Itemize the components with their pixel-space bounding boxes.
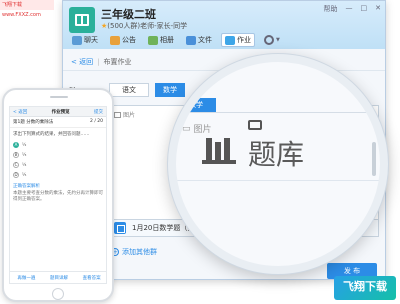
image-icon [114,111,121,118]
explanation-button[interactable]: 题目详解 [50,275,68,281]
settings-menu[interactable]: ▼ [261,34,283,46]
group-meta: ★(500人群)老师-家长-同学 [101,21,187,31]
option-c[interactable]: C¼ [10,160,106,170]
insert-image-button[interactable]: 图片 [114,110,135,119]
tab-file[interactable]: 文件 [183,34,215,46]
back-link[interactable]: < 返回 [71,57,93,67]
analysis-title: 正确答案解析 [13,184,40,189]
breadcrumb-separator: | [97,57,100,66]
phone-submit-button[interactable]: 提交 [94,109,103,115]
magnified-scrollbar [372,142,376,176]
analysis-text: 本题主要考查分数的乘法，先约分再计算即可得到正确答案。 [13,191,103,202]
subject-tab-chinese[interactable]: 语文 [109,83,149,97]
tab-homework[interactable]: 作业 [221,33,255,47]
option-c-letter: C [13,162,19,168]
tab-notice[interactable]: 公告 [107,34,139,46]
question-title: 第1题 分数的乘除法 [13,120,54,125]
tab-notice-label: 公告 [122,36,136,44]
view-answer-button[interactable]: 查看答案 [83,275,101,281]
file-icon [186,35,196,45]
close-button[interactable]: ✕ [375,4,381,14]
phone-title: 作业预览 [51,109,70,115]
magnified-divider [176,112,380,113]
help-button[interactable]: 帮助 [324,4,338,14]
phone-back-button[interactable]: < 返回 [13,109,27,115]
option-d-text: ⅕ [22,172,27,178]
phone-header: < 返回 作业预览 提交 [10,107,106,117]
phone-preview: < 返回 作业预览 提交 第1题 分数的乘除法 2 / 20 求出下列算式的结果… [2,88,114,302]
notice-icon [110,35,120,45]
tab-file-label: 文件 [198,36,212,44]
option-c-text: ¼ [22,162,27,168]
group-avatar [69,7,95,33]
group-meta-text: (500人群)老师-家长-同学 [107,22,188,30]
phone-question-section: 第1题 分数的乘除法 2 / 20 [10,117,106,128]
tab-album[interactable]: 相册 [145,34,177,46]
option-b-letter: B [13,152,19,158]
video-icon [248,120,262,130]
add-group-label: 添加其他群 [122,248,157,256]
phone-home-button[interactable] [52,288,64,300]
book-icon [75,14,89,26]
redo-button[interactable]: 再做一遍 [17,275,35,281]
phone-screen: < 返回 作业预览 提交 第1题 分数的乘除法 2 / 20 求出下列算式的结果… [9,106,107,284]
option-d[interactable]: D⅕ [10,170,106,180]
magnified-image-tool: ▭ 图片 [182,122,212,136]
tab-chat-label: 聊天 [84,36,98,44]
chat-icon [72,35,82,45]
album-icon [148,35,158,45]
question-text: 求出下列算式的结果，并回答问题…… [13,132,90,137]
option-a-text: ½ [22,142,27,148]
toolbar: 聊天 公告 相册 文件 作业 ▼ [63,31,385,49]
chevron-down-icon: ▼ [276,37,280,43]
option-a-letter: A [13,142,19,148]
magnified-subject-tab: 数学 [176,98,216,112]
add-group-button[interactable]: + 添加其他群 [111,247,157,257]
homework-icon [225,35,235,45]
magnified-image-label: 图片 [193,125,212,135]
option-a[interactable]: A½ [10,140,106,150]
watermark-top: 飞翔下载 www.FXXZ.com [0,0,54,18]
image-icon: ▭ [182,123,191,134]
tab-homework-label: 作业 [237,36,251,44]
phone-footer: 再做一遍 题目详解 查看答案 [10,271,106,283]
watermark-logo: 飞翔下载 [334,276,396,300]
group-name: 三年级二班 [101,8,156,21]
question-bank-icon[interactable] [202,136,238,166]
page-title: 布置作业 [103,57,132,66]
tab-album-label: 相册 [160,36,174,44]
tab-chat[interactable]: 聊天 [69,34,101,46]
minimize-button[interactable]: — [346,4,353,14]
magnifier-content: 数学 ▭ 图片 题库 [176,62,380,266]
window-controls: 帮助 — □ ✕ [324,4,382,14]
insert-image-label: 图片 [123,112,136,119]
gear-icon [264,35,274,45]
phone-speaker [50,96,68,98]
quiz-icon [114,222,126,234]
option-d-letter: D [13,172,19,178]
editor-toolbar: 图片 [114,110,135,119]
option-b[interactable]: B⅓ [10,150,106,160]
option-b-text: ⅓ [22,152,27,158]
question-count: 2 / 20 [90,119,103,124]
magnified-divider-2 [176,180,380,181]
magnifier-callout: 数学 ▭ 图片 题库 [168,54,388,274]
question-bank-label[interactable]: 题库 [248,133,304,173]
maximize-button[interactable]: □ [361,4,368,14]
